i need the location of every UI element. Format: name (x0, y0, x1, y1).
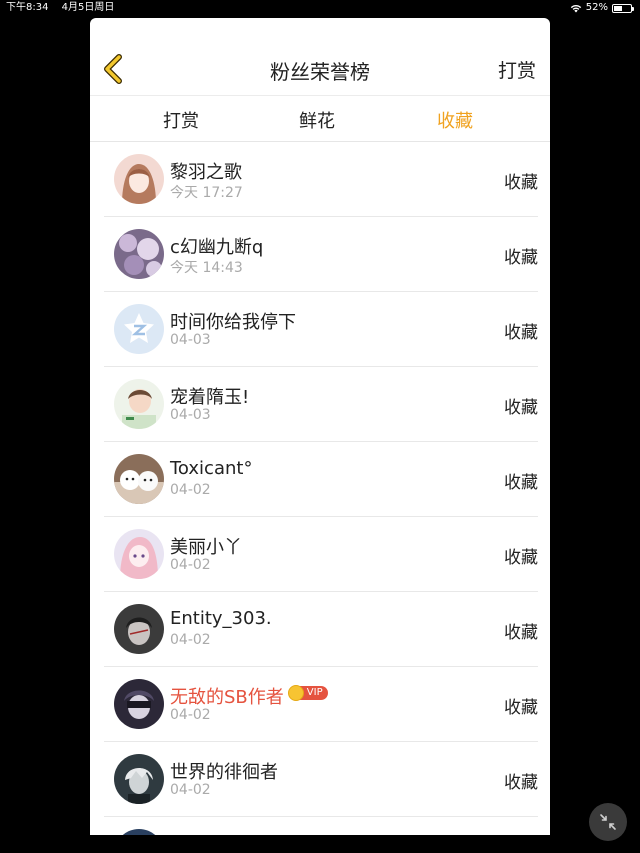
list-item[interactable]: 时间你给我停下 04-03 收藏 (104, 292, 538, 367)
avatar (114, 154, 164, 204)
fan-name: Toxicant° (170, 458, 253, 479)
fan-name: Entity_303. (170, 608, 272, 629)
avatar (114, 229, 164, 279)
fan-honor-panel: 粉丝荣誉榜 打赏 打赏 鲜花 收藏 黎羽之歌 今天 17:27 收藏 c幻幽九断… (90, 18, 550, 835)
reward-button[interactable]: 打赏 (498, 56, 536, 83)
list-item[interactable]: 世界的徘徊者 04-02 收藏 (104, 742, 538, 817)
avatar (114, 454, 164, 504)
fan-date: 今天 17:27 (170, 185, 243, 201)
tab-bar: 打赏 鲜花 收藏 (90, 96, 550, 142)
header: 粉丝荣誉榜 打赏 (90, 18, 550, 96)
collect-label: 收藏 (504, 548, 538, 568)
fan-name: 时间你给我停下 (170, 312, 296, 333)
collapse-button[interactable] (589, 803, 627, 841)
battery-fill (614, 5, 623, 11)
avatar (114, 829, 164, 835)
collect-label: 收藏 (504, 323, 538, 343)
collect-label: 收藏 (504, 773, 538, 793)
list-item[interactable]: 无敌的SB作者 VIP 04-02 收藏 (104, 667, 538, 742)
avatar (114, 529, 164, 579)
fan-name-text: 无敌的SB作者 (170, 687, 284, 708)
collect-label: 收藏 (504, 623, 538, 643)
collect-label: 收藏 (504, 398, 538, 418)
fan-name: 无敌的SB作者 VIP (170, 683, 328, 709)
vip-tag: VIP (299, 686, 328, 700)
fan-name: c幻幽九断q (170, 237, 264, 258)
list-item[interactable]: 黎羽之歌 今天 17:27 收藏 (104, 142, 538, 217)
fan-date: 04-02 (170, 482, 211, 498)
vip-badge: VIP (287, 685, 328, 701)
sun-icon (287, 685, 304, 701)
avatar (114, 679, 164, 729)
collect-label: 收藏 (504, 173, 538, 193)
page-title: 粉丝荣誉榜 (270, 60, 370, 84)
fan-date: 04-02 (170, 782, 211, 798)
fan-date: 04-02 (170, 557, 211, 573)
fan-name: 世界的徘徊者 (170, 762, 278, 783)
battery-icon (612, 3, 634, 13)
collect-label: 收藏 (504, 698, 538, 718)
battery-percent: 52% (585, 2, 608, 13)
status-bar: 下午8:34 4月5日周日 52% (0, 0, 640, 16)
wifi-icon (570, 4, 581, 12)
status-date: 4月5日周日 (61, 2, 115, 13)
fan-list: 黎羽之歌 今天 17:27 收藏 c幻幽九断q 今天 14:43 收藏 时间你给… (90, 142, 550, 835)
fan-name: 美丽小丫 (170, 537, 242, 558)
list-item[interactable]: 美丽小丫 04-02 收藏 (104, 517, 538, 592)
fan-date: 今天 14:43 (170, 260, 243, 276)
list-item[interactable]: c幻幽九断q 今天 14:43 收藏 (104, 217, 538, 292)
collapse-arrows-icon (600, 814, 616, 830)
fan-date: 04-03 (170, 407, 211, 423)
list-item[interactable] (104, 817, 538, 835)
collect-label: 收藏 (504, 473, 538, 493)
tab-flowers[interactable]: 鲜花 (299, 107, 335, 133)
list-item[interactable]: Entity_303. 04-02 收藏 (104, 592, 538, 667)
tab-reward[interactable]: 打赏 (163, 107, 199, 133)
collect-label: 收藏 (504, 248, 538, 268)
fan-date: 04-03 (170, 332, 211, 348)
list-item[interactable]: Toxicant° 04-02 收藏 (104, 442, 538, 517)
fan-date: 04-02 (170, 707, 211, 723)
avatar (114, 604, 164, 654)
avatar (114, 379, 164, 429)
fan-name: 黎羽之歌 (170, 162, 242, 183)
default-avatar-icon (114, 304, 164, 354)
fan-name: 宠着隋玉! (170, 387, 250, 408)
fan-date: 04-02 (170, 632, 211, 648)
avatar (114, 754, 164, 804)
list-item[interactable]: 宠着隋玉! 04-03 收藏 (104, 367, 538, 442)
tab-collect[interactable]: 收藏 (437, 107, 473, 133)
status-time: 下午8:34 (6, 2, 49, 13)
